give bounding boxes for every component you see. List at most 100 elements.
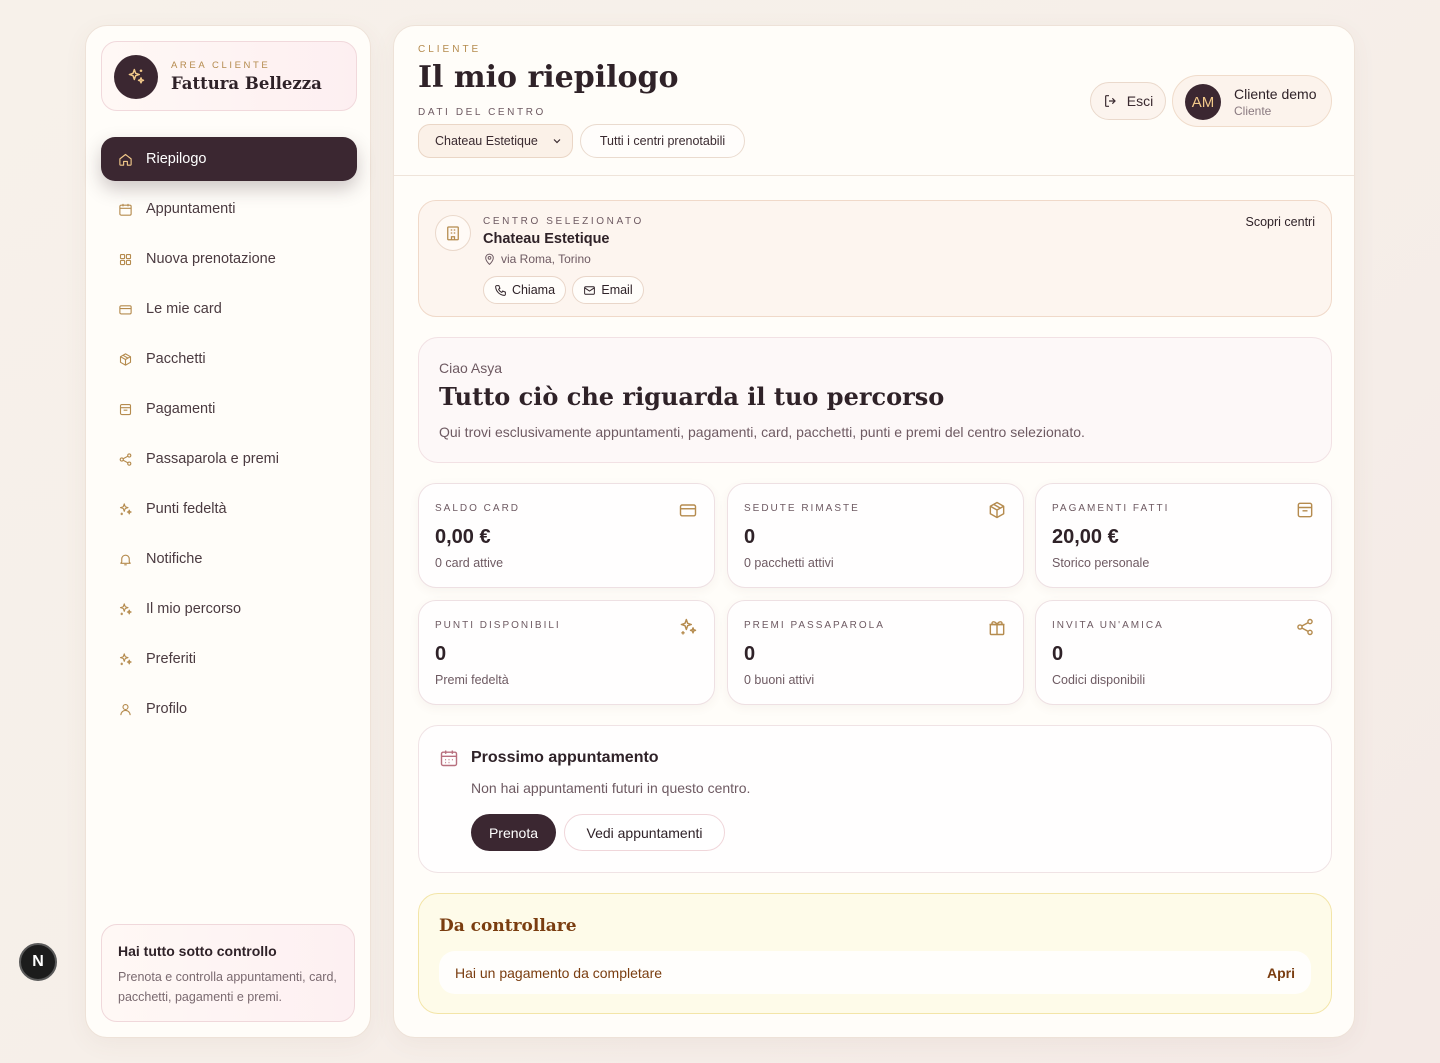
sidebar-item-pagamenti[interactable]: Pagamenti	[101, 387, 357, 431]
centro-kicker: CENTRO SELEZIONATO	[483, 216, 644, 227]
brand-kicker: AREA CLIENTE	[171, 60, 271, 71]
user-chip[interactable]: AM Cliente demo Cliente	[1172, 75, 1332, 127]
sidebar-footer-title: Hai tutto sotto controllo	[118, 943, 277, 959]
home-icon	[117, 151, 133, 167]
view-appointments-button[interactable]: Vedi appuntamenti	[564, 814, 725, 851]
stat-value: 0	[435, 643, 447, 665]
centro-data-label: DATI DEL CENTRO	[418, 107, 546, 118]
logout-icon	[1104, 95, 1116, 107]
stat-value: 0	[1052, 643, 1064, 665]
sparkles-icon	[678, 617, 698, 637]
stat-card-premi[interactable]: PREMI PASSAPAROLA 0 0 buoni attivi	[727, 600, 1024, 705]
page-title: Il mio riepilogo	[418, 60, 679, 95]
sidebar-item-label: Passaparola e premi	[146, 451, 279, 467]
user-role: Cliente	[1234, 104, 1272, 118]
brand-sparkles-icon	[114, 55, 158, 99]
sidebar-item-appuntamenti[interactable]: Appuntamenti	[101, 187, 357, 231]
next-dev-badge[interactable]: N	[19, 943, 57, 981]
header-kicker: CLIENTE	[418, 44, 482, 55]
sparkles-icon	[117, 651, 133, 667]
stat-value: 0	[744, 643, 756, 665]
discover-centri-link[interactable]: Scopri centri	[1246, 215, 1315, 229]
receipt-icon	[117, 401, 133, 417]
gift-icon	[987, 617, 1007, 637]
sidebar-item-punti-fedelta[interactable]: Punti fedeltà	[101, 487, 357, 531]
stat-value: 0,00 €	[435, 526, 491, 548]
call-button[interactable]: Chiama	[483, 276, 566, 304]
stat-label: SALDO CARD	[435, 503, 521, 514]
stat-value: 0	[744, 526, 756, 548]
sidebar-item-label: Pacchetti	[146, 351, 206, 367]
stat-label: PAGAMENTI FATTI	[1052, 503, 1170, 514]
calendar-icon	[439, 748, 459, 773]
stat-card-pagamenti[interactable]: PAGAMENTI FATTI 20,00 € Storico personal…	[1035, 483, 1332, 588]
stat-card-punti[interactable]: PUNTI DISPONIBILI 0 Premi fedeltà	[418, 600, 715, 705]
to-check-title: Da controllare	[439, 916, 577, 936]
package-icon	[987, 500, 1007, 520]
logout-button[interactable]: Esci	[1090, 82, 1166, 120]
share-icon	[117, 451, 133, 467]
calendar-icon	[117, 201, 133, 217]
sidebar-item-pacchetti[interactable]: Pacchetti	[101, 337, 357, 381]
all-centri-button[interactable]: Tutti i centri prenotabili	[580, 124, 745, 158]
sidebar: AREA CLIENTE Fattura Bellezza Riepilogo …	[85, 25, 371, 1038]
open-link[interactable]: Apri	[1267, 965, 1295, 981]
pending-payment-row[interactable]: Hai un pagamento da completare Apri	[439, 951, 1311, 994]
stat-value: 20,00 €	[1052, 526, 1119, 548]
stat-sub: Storico personale	[1052, 556, 1150, 570]
stat-label: PUNTI DISPONIBILI	[435, 620, 561, 631]
book-button[interactable]: Prenota	[471, 814, 556, 851]
centro-select-value: Chateau Estetique	[435, 134, 538, 148]
stat-card-saldo[interactable]: SALDO CARD 0,00 € 0 card attive	[418, 483, 715, 588]
card-icon	[117, 301, 133, 317]
sidebar-footer-card: Hai tutto sotto controllo Prenota e cont…	[101, 924, 355, 1022]
bell-icon	[117, 551, 133, 567]
logout-label: Esci	[1126, 93, 1154, 109]
email-button[interactable]: Email	[572, 276, 644, 304]
sidebar-nav: Riepilogo Appuntamenti Nuova prenotazion…	[101, 137, 357, 737]
sidebar-item-preferiti[interactable]: Preferiti	[101, 637, 357, 681]
sidebar-item-nuova-prenotazione[interactable]: Nuova prenotazione	[101, 237, 357, 281]
appointment-title: Prossimo appuntamento	[471, 749, 659, 766]
sidebar-item-label: Preferiti	[146, 651, 196, 667]
sidebar-item-riepilogo[interactable]: Riepilogo	[101, 137, 357, 181]
brand-name: Fattura Bellezza	[171, 74, 322, 93]
stat-card-invita[interactable]: INVITA UN'AMICA 0 Codici disponibili	[1035, 600, 1332, 705]
sparkles-icon	[117, 501, 133, 517]
next-appointment-card: Prossimo appuntamento Non hai appuntamen…	[418, 725, 1332, 873]
sidebar-item-label: Il mio percorso	[146, 601, 242, 617]
stat-sub: Codici disponibili	[1052, 673, 1146, 687]
receipt-icon	[1295, 500, 1315, 520]
sidebar-footer-text: Prenota e controlla appuntamenti, card, …	[118, 970, 337, 1004]
centro-name: Chateau Estetique	[483, 231, 610, 247]
stat-card-sedute[interactable]: SEDUTE RIMASTE 0 0 pacchetti attivi	[727, 483, 1024, 588]
user-name: Cliente demo	[1234, 86, 1317, 102]
sidebar-item-profilo[interactable]: Profilo	[101, 687, 357, 731]
greeting: Ciao Asya	[439, 360, 503, 376]
phone-icon	[495, 284, 506, 296]
stat-sub: 0 buoni attivi	[744, 673, 815, 687]
sidebar-item-passaparola[interactable]: Passaparola e premi	[101, 437, 357, 481]
sidebar-item-le-mie-card[interactable]: Le mie card	[101, 287, 357, 331]
sidebar-item-il-mio-percorso[interactable]: Il mio percorso	[101, 587, 357, 631]
stat-sub: 0 pacchetti attivi	[744, 556, 834, 570]
sidebar-item-notifiche[interactable]: Notifiche	[101, 537, 357, 581]
package-icon	[117, 351, 133, 367]
brand-card[interactable]: AREA CLIENTE Fattura Bellezza	[101, 41, 357, 111]
sidebar-item-label: Nuova prenotazione	[146, 251, 276, 267]
appointment-description: Non hai appuntamenti futuri in questo ce…	[471, 780, 751, 796]
building-icon	[435, 215, 471, 251]
centro-select[interactable]: Chateau Estetique	[418, 124, 573, 158]
email-label: Email	[601, 283, 633, 297]
sidebar-item-label: Punti fedeltà	[146, 501, 227, 517]
grid-icon	[117, 251, 133, 267]
welcome-title: Tutto ciò che riguarda il tuo percorso	[439, 382, 945, 411]
avatar: AM	[1185, 84, 1221, 120]
user-icon	[117, 701, 133, 717]
centro-address-text: via Roma, Torino	[501, 252, 591, 266]
sidebar-item-label: Riepilogo	[146, 151, 207, 167]
stat-label: SEDUTE RIMASTE	[744, 503, 860, 514]
sidebar-item-label: Profilo	[146, 701, 188, 717]
main-panel: CLIENTE Il mio riepilogo DATI DEL CENTRO…	[393, 25, 1355, 1038]
to-check-card: Da controllare Hai un pagamento da compl…	[418, 893, 1332, 1014]
